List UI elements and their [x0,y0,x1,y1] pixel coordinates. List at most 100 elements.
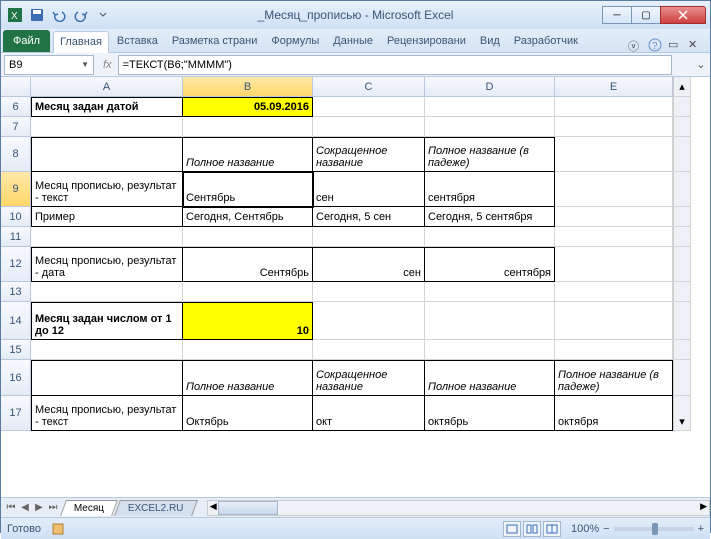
cell-A7[interactable] [31,117,183,137]
select-all-corner[interactable] [1,77,31,97]
hscroll-right-icon[interactable]: ▶ [700,501,707,512]
cell-B12[interactable]: Сентябрь [183,247,313,282]
cell-D15[interactable] [425,340,555,360]
view-normal-icon[interactable] [503,521,521,537]
cell-E15[interactable] [555,340,673,360]
row-header-9[interactable]: 9 [1,172,31,207]
window-close-icon[interactable]: ✕ [688,38,702,52]
cell-B14[interactable]: 10 [183,302,313,340]
cell-D6[interactable] [425,97,555,117]
vscroll[interactable] [673,302,691,340]
row-header-12[interactable]: 12 [1,247,31,282]
cell-B16[interactable]: Полное название [183,360,313,396]
vscroll[interactable] [673,360,691,396]
vscroll[interactable] [673,227,691,247]
tab-formulas[interactable]: Формулы [265,30,325,52]
cell-B10[interactable]: Сегодня, Сентябрь [183,207,313,227]
row-header-14[interactable]: 14 [1,302,31,340]
cell-A14[interactable]: Месяц задан числом от 1 до 12 [31,302,183,340]
formula-input[interactable]: =ТЕКСТ(B6;"ММММ") [118,55,672,75]
cell-A8[interactable] [31,137,183,172]
cell-B9[interactable]: Сентябрь [183,172,313,207]
cell-E13[interactable] [555,282,673,302]
col-header-D[interactable]: D [425,77,555,97]
tab-home[interactable]: Главная [53,31,109,53]
cell-A11[interactable] [31,227,183,247]
cell-C11[interactable] [313,227,425,247]
cell-C10[interactable]: Сегодня, 5 сен [313,207,425,227]
view-page-break-icon[interactable] [543,521,561,537]
cell-A17[interactable]: Месяц прописью, результат - текст [31,396,183,431]
cell-A9[interactable]: Месяц прописью, результат - текст [31,172,183,207]
cell-A13[interactable] [31,282,183,302]
redo-icon[interactable] [71,5,91,25]
window-restore-icon[interactable]: ▭ [668,38,682,52]
qat-dropdown-icon[interactable] [93,5,113,25]
hscroll-thumb[interactable] [218,501,278,515]
cell-B13[interactable] [183,282,313,302]
minimize-button[interactable]: ─ [602,6,632,24]
cell-A6[interactable]: Месяц задан датой [31,97,183,117]
col-header-C[interactable]: C [313,77,425,97]
worksheet-grid[interactable]: A B C D E ▴ 6 Месяц задан датой 05.09.20… [1,77,710,497]
vscroll[interactable] [673,282,691,302]
vscroll[interactable] [673,340,691,360]
cell-C17[interactable]: окт [313,396,425,431]
minimize-ribbon-icon[interactable]: ⓥ [628,38,642,52]
cell-B15[interactable] [183,340,313,360]
file-tab[interactable]: Файл [3,30,50,52]
tab-page-layout[interactable]: Разметка страни [166,30,264,52]
tab-data[interactable]: Данные [327,30,379,52]
cell-C6[interactable] [313,97,425,117]
hscroll-left-icon[interactable]: ◀ [210,501,217,512]
vscroll[interactable] [673,247,691,282]
close-button[interactable] [660,6,706,24]
row-header-8[interactable]: 8 [1,137,31,172]
sheet-nav-prev-icon[interactable]: ◀ [19,502,31,513]
cell-E17[interactable]: октября [555,396,673,431]
vscroll[interactable] [673,137,691,172]
vscroll[interactable] [673,117,691,137]
cell-B6[interactable]: 05.09.2016 [183,97,313,117]
row-header-7[interactable]: 7 [1,117,31,137]
cell-B7[interactable] [183,117,313,137]
sheet-nav-last-icon[interactable]: ⏭ [47,502,59,513]
cell-A10[interactable]: Пример [31,207,183,227]
cell-D17[interactable]: октябрь [425,396,555,431]
cell-D10[interactable]: Сегодня, 5 сентября [425,207,555,227]
cell-C14[interactable] [313,302,425,340]
col-header-B[interactable]: B [183,77,313,97]
cell-E16[interactable]: Полное название (в падеже) [555,360,673,396]
cell-C7[interactable] [313,117,425,137]
cell-D13[interactable] [425,282,555,302]
tab-review[interactable]: Рецензировани [381,30,472,52]
tab-developer[interactable]: Разработчик [508,30,584,52]
cell-B17[interactable]: Октябрь [183,396,313,431]
cell-D12[interactable]: сентября [425,247,555,282]
cell-B8[interactable]: Полное название [183,137,313,172]
cell-E14[interactable] [555,302,673,340]
scroll-up-icon[interactable]: ▴ [673,77,691,97]
view-page-layout-icon[interactable] [523,521,541,537]
cell-A15[interactable] [31,340,183,360]
maximize-button[interactable]: ▢ [631,6,661,24]
row-header-10[interactable]: 10 [1,207,31,227]
macro-record-icon[interactable] [51,522,65,536]
vscroll[interactable] [673,97,691,117]
cell-A16[interactable] [31,360,183,396]
cell-B11[interactable] [183,227,313,247]
cell-E8[interactable] [555,137,673,172]
sheet-nav[interactable]: ⏮ ◀ ▶ ⏭ [1,502,63,513]
undo-icon[interactable] [49,5,69,25]
sheet-nav-first-icon[interactable]: ⏮ [5,502,17,513]
fx-label[interactable]: fx [97,59,118,71]
cell-C16[interactable]: Сокращенное название [313,360,425,396]
row-header-16[interactable]: 16 [1,360,31,396]
col-header-A[interactable]: A [31,77,183,97]
help-icon[interactable]: ? [648,38,662,52]
col-header-E[interactable]: E [555,77,673,97]
cell-C13[interactable] [313,282,425,302]
cell-D16[interactable]: Полное название [425,360,555,396]
sheet-tab-inactive[interactable]: EXCEL2.RU [114,500,197,516]
scroll-down-icon[interactable]: ▾ [673,396,691,431]
